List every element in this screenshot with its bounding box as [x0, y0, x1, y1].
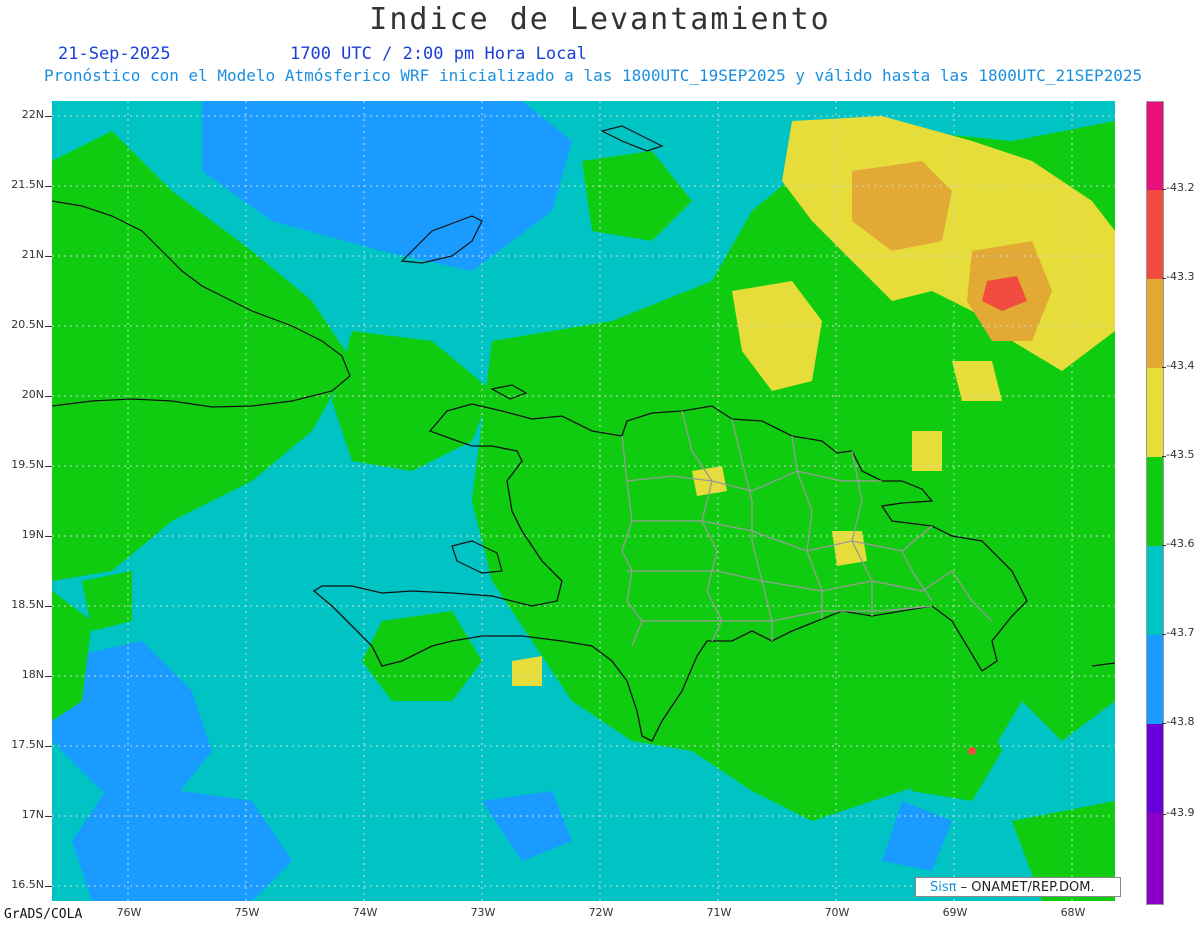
- lifted-index-map: [52, 101, 1115, 901]
- forecast-subtitle: Pronóstico con el Modelo Atmósferico WRF…: [44, 66, 1143, 85]
- lat-label-18n: 18N: [21, 668, 44, 681]
- map-title: Indice de Levantamiento: [369, 2, 831, 37]
- lat-tick: [45, 816, 52, 817]
- lat-label-21n: 21N: [21, 248, 44, 261]
- lat-label-20n: 20N: [21, 388, 44, 401]
- lat-label-16-5n: 16.5N: [11, 878, 44, 891]
- lat-tick: [45, 186, 52, 187]
- credit-box: Sisπ – ONAMET/REP.DOM.: [915, 877, 1121, 897]
- lat-label-22n: 22N: [21, 108, 44, 121]
- lat-tick: [45, 746, 52, 747]
- colorbar-label: -43.4: [1166, 359, 1195, 372]
- colorbar-segment: [1147, 279, 1163, 368]
- colorbar-segment: [1147, 546, 1163, 635]
- colorbar-label: -43.2: [1166, 181, 1195, 194]
- lon-label-72w: 72W: [588, 906, 614, 919]
- colorbar: [1146, 101, 1164, 905]
- lat-label-17-5n: 17.5N: [11, 738, 44, 751]
- sisPi-logo-text: Sisπ: [930, 880, 957, 895]
- lon-label-69w: 69W: [942, 906, 968, 919]
- lat-label-19n: 19N: [21, 528, 44, 541]
- colorbar-segment: [1147, 190, 1163, 279]
- colorbar-segment: [1147, 635, 1163, 724]
- lat-label-21-5n: 21.5N: [11, 178, 44, 191]
- lat-tick: [45, 676, 52, 677]
- lat-label-20-5n: 20.5N: [11, 318, 44, 331]
- forecast-time: 1700 UTC / 2:00 pm Hora Local: [290, 44, 587, 64]
- colorbar-tick: [1162, 634, 1166, 635]
- lon-label-76w: 76W: [116, 906, 142, 919]
- colorbar-label: -43.7: [1166, 626, 1195, 639]
- colorbar-segment: [1147, 368, 1163, 457]
- lat-tick: [45, 466, 52, 467]
- colorbar-tick: [1162, 189, 1166, 190]
- colorbar-segment: [1147, 457, 1163, 546]
- lat-tick: [45, 116, 52, 117]
- colorbar-label: -43.6: [1166, 537, 1195, 550]
- colorbar-tick: [1162, 723, 1166, 724]
- lat-tick: [45, 606, 52, 607]
- colorbar-label: -43.5: [1166, 448, 1195, 461]
- colorbar-label: -43.3: [1166, 270, 1195, 283]
- lat-tick: [45, 886, 52, 887]
- colorbar-tick: [1162, 367, 1166, 368]
- forecast-date: 21-Sep-2025: [58, 44, 171, 64]
- lat-label-19-5n: 19.5N: [11, 458, 44, 471]
- colorbar-segment: [1147, 813, 1163, 904]
- lat-tick: [45, 536, 52, 537]
- lat-tick: [45, 256, 52, 257]
- lat-tick: [45, 326, 52, 327]
- lon-label-70w: 70W: [824, 906, 850, 919]
- lat-tick: [45, 396, 52, 397]
- colorbar-tick: [1162, 545, 1166, 546]
- lon-label-75w: 75W: [234, 906, 260, 919]
- colorbar-segment: [1147, 102, 1163, 190]
- lat-label-18-5n: 18.5N: [11, 598, 44, 611]
- credit-organization: – ONAMET/REP.DOM.: [956, 880, 1095, 895]
- grads-footer: GrADS/COLA: [4, 907, 83, 922]
- colorbar-label: -43.8: [1166, 715, 1195, 728]
- map-canvas: [52, 101, 1115, 901]
- colorbar-tick: [1162, 278, 1166, 279]
- colorbar-label: -43.9: [1166, 806, 1195, 819]
- lon-label-74w: 74W: [352, 906, 378, 919]
- lon-label-71w: 71W: [706, 906, 732, 919]
- lon-label-73w: 73W: [470, 906, 496, 919]
- colorbar-tick: [1162, 456, 1166, 457]
- lat-label-17n: 17N: [21, 808, 44, 821]
- colorbar-tick: [1162, 814, 1166, 815]
- lon-label-68w: 68W: [1060, 906, 1086, 919]
- colorbar-segment: [1147, 724, 1163, 813]
